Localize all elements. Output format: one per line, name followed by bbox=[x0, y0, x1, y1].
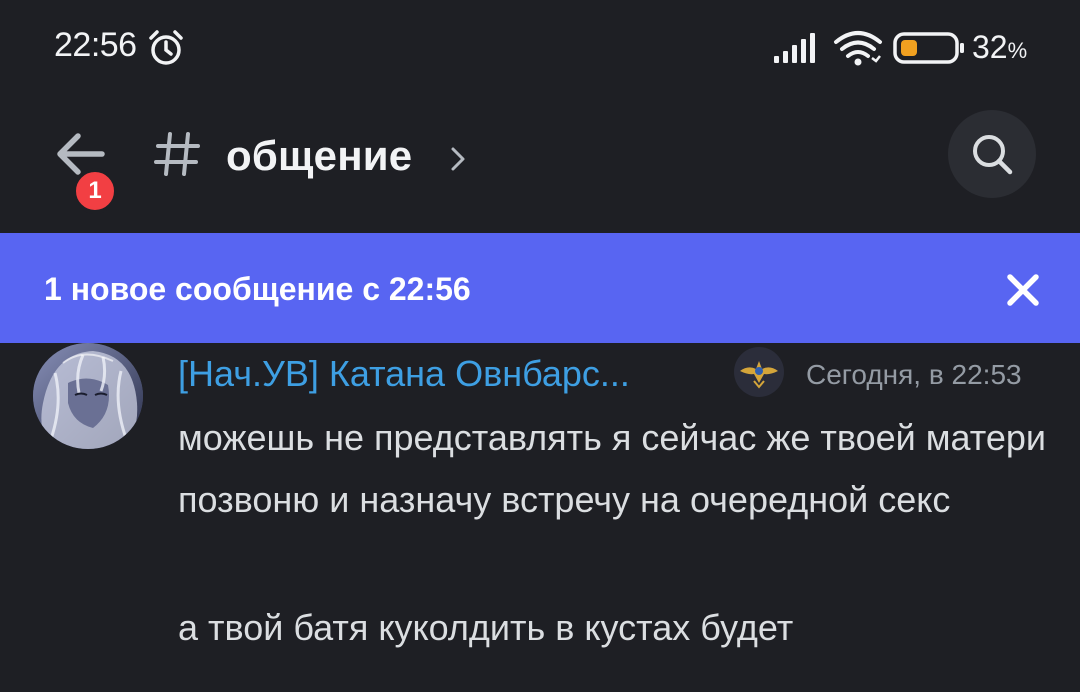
search-icon bbox=[973, 135, 1013, 175]
message-text: а твой батя куколдить в кустах будет bbox=[178, 607, 794, 648]
back-button[interactable]: 1 bbox=[40, 116, 130, 214]
new-messages-banner[interactable]: 1 новое сообщение с 22:56 bbox=[0, 233, 1080, 343]
search-button[interactable] bbox=[948, 110, 1036, 198]
battery-icon bbox=[893, 32, 964, 64]
status-bar: 22:56 32% bbox=[0, 0, 1080, 96]
alarm-icon bbox=[149, 30, 183, 65]
signal-icon bbox=[774, 33, 815, 63]
message-item[interactable]: [Нач.УВ] Катана Овнбарс... Сегодня, в 22… bbox=[0, 343, 1080, 692]
close-icon[interactable] bbox=[1000, 267, 1046, 313]
channel-name[interactable]: общение bbox=[226, 132, 412, 180]
battery-percent: 32% bbox=[972, 29, 1028, 65]
message-text: можешь не представлять я сейчас же твоей… bbox=[178, 417, 1047, 520]
author-name[interactable]: [Нач.УВ] Катана Овнбарс... bbox=[178, 353, 630, 395]
avatar[interactable] bbox=[33, 343, 143, 449]
new-messages-text[interactable]: 1 новое сообщение с 22:56 bbox=[44, 271, 471, 308]
message-timestamp: Сегодня, в 22:53 bbox=[806, 359, 1022, 390]
status-time: 22:56 bbox=[54, 26, 137, 64]
hash-icon bbox=[154, 132, 200, 176]
chevron-right-icon[interactable] bbox=[448, 146, 468, 172]
emblem-icon bbox=[740, 361, 778, 389]
discord-channel-screen: 22:56 32% 1 общение 1 новое сообщение с … bbox=[0, 0, 1080, 692]
role-badge[interactable] bbox=[734, 347, 784, 397]
channel-header: 1 общение bbox=[0, 96, 1080, 232]
wifi-icon bbox=[834, 31, 882, 66]
unread-badge: 1 bbox=[72, 168, 118, 214]
